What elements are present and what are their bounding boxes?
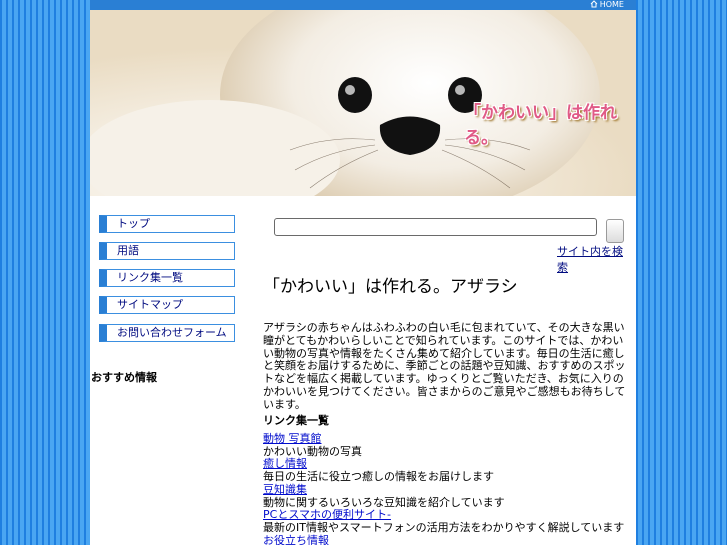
intro-text: アザラシの赤ちゃんはふわふわの白い毛に包まれていて、その大きな黒い瞳がとてもかわ… — [263, 321, 626, 411]
home-icon — [590, 0, 598, 8]
top-bar: HOME — [90, 0, 636, 10]
sidebar-item-glossary[interactable]: 用語 — [99, 242, 235, 260]
entry-link[interactable]: お役立ち情報 — [263, 532, 329, 545]
links-section-title: リンク集一覧 — [263, 414, 329, 427]
sidebar-item-sitemap[interactable]: サイトマップ — [99, 296, 235, 314]
sidebar-section-title: おすすめ情報 — [91, 371, 157, 384]
header-banner: 「かわいい」は作れる。 — [90, 10, 636, 196]
sidebar-item-links[interactable]: リンク集一覧 — [99, 269, 235, 287]
search-input[interactable] — [274, 218, 597, 236]
page-title: 「かわいい」は作れる。アザラシ — [263, 277, 518, 297]
page-container: HOME 「かわいい」は作れる。 トップ 用語 リンク集一覧 サイトマップ お問… — [90, 0, 636, 545]
sidebar-item-contact[interactable]: お問い合わせフォーム — [99, 324, 235, 342]
home-link[interactable]: HOME — [590, 0, 624, 10]
sidebar-item-top[interactable]: トップ — [99, 215, 235, 233]
search-button[interactable] — [606, 219, 624, 243]
home-label: HOME — [599, 0, 624, 9]
banner-tagline: 「かわいい」は作れる。 — [464, 103, 617, 148]
site-search-link[interactable]: サイト内を検索 — [557, 243, 628, 275]
